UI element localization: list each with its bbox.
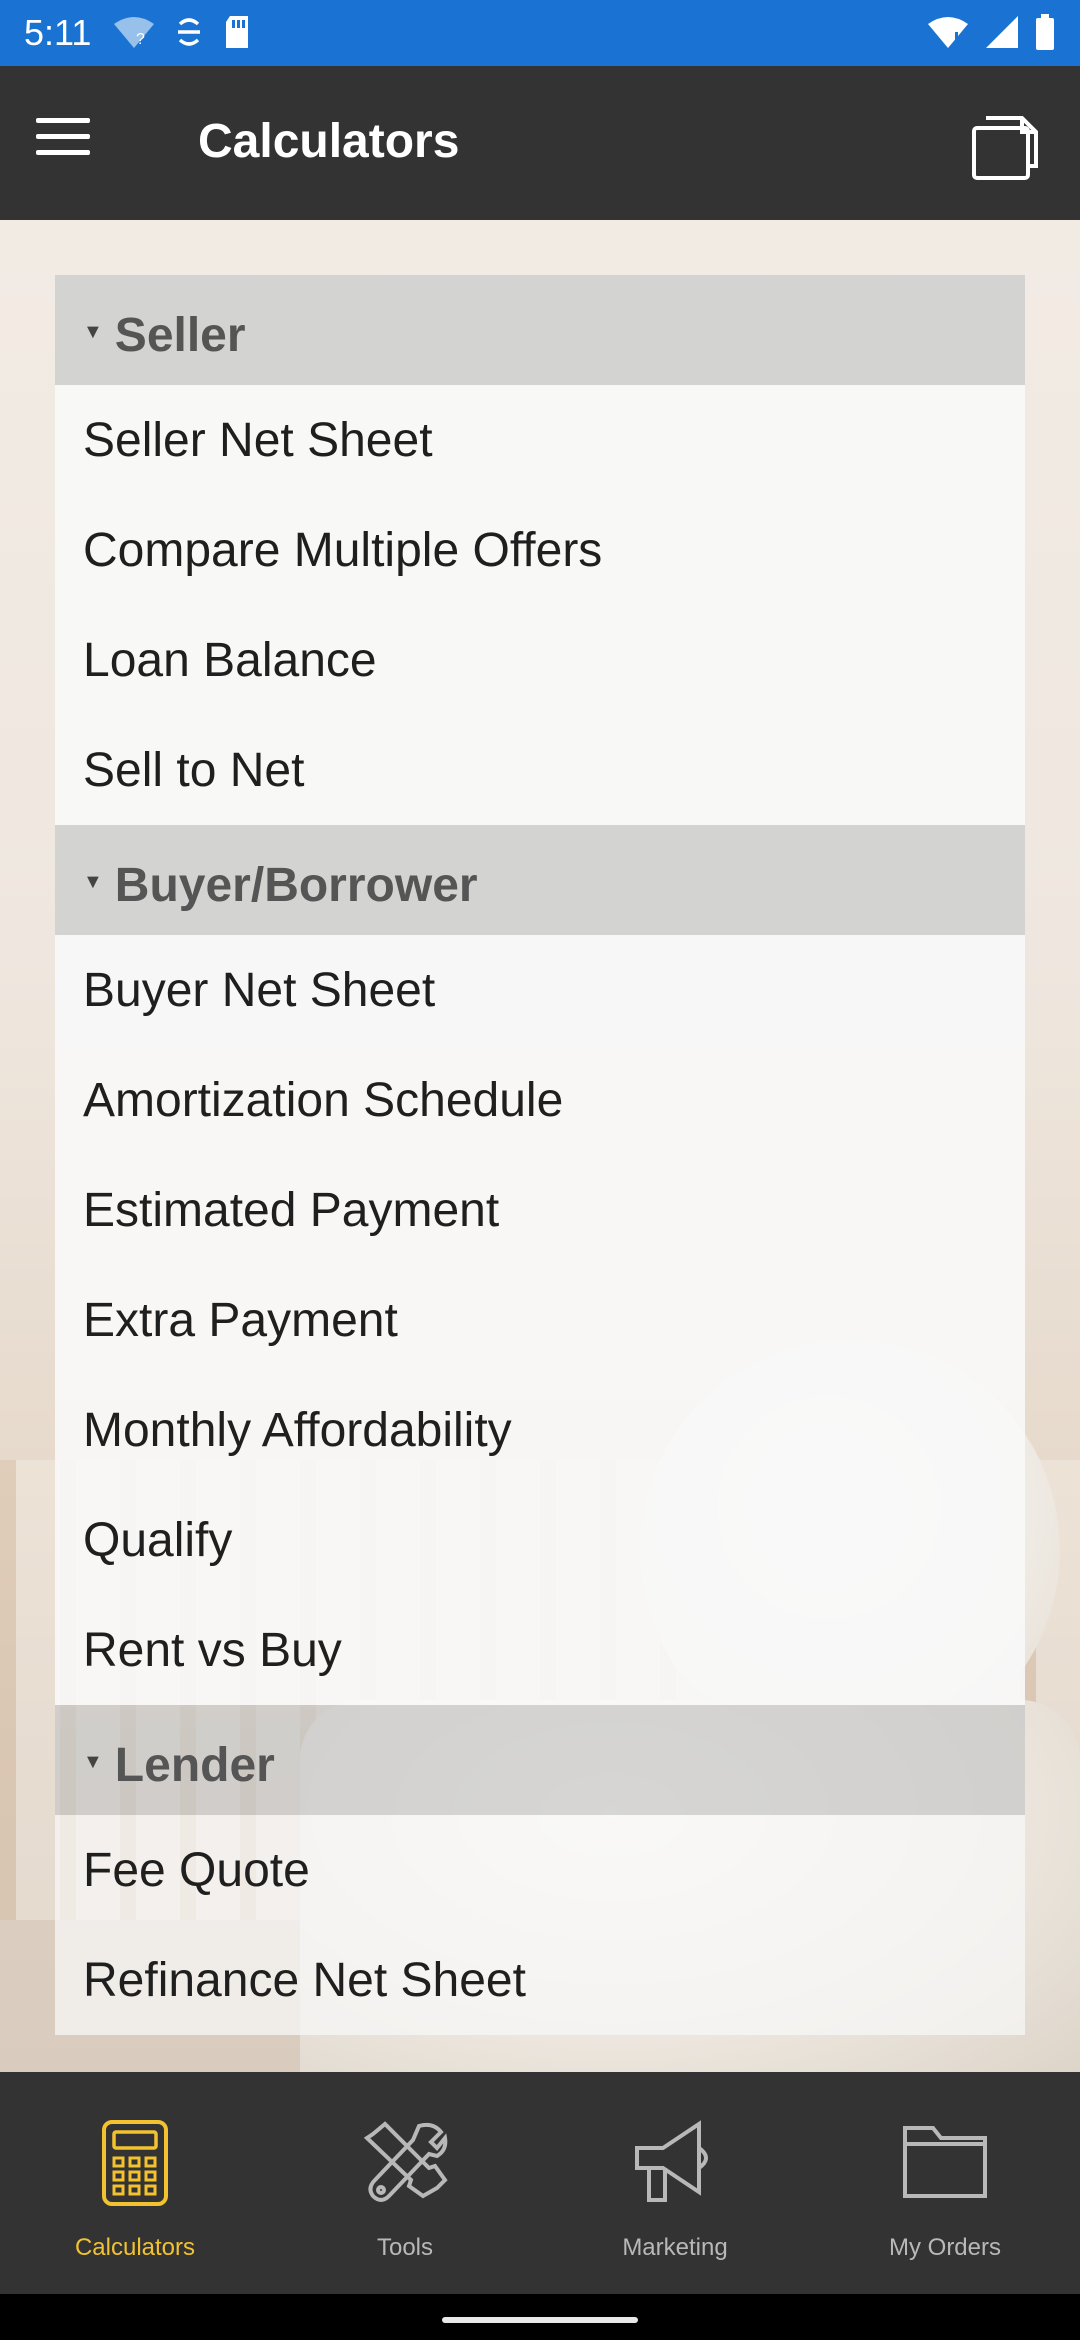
status-bar: 5:11 ? [0, 0, 1080, 66]
section-title: Lender [114, 1739, 275, 1792]
nav-label: Calculators [74, 2234, 196, 2261]
folder-icon [899, 2116, 991, 2208]
nav-label: My Orders [888, 2234, 1001, 2261]
section-lender: Fee Quote Refinance Net Sheet [55, 1815, 1025, 2035]
caret-down-icon: ▼ [83, 321, 103, 343]
home-gesture-bar[interactable] [442, 2317, 638, 2323]
list-item[interactable]: Amortization Schedule [55, 1045, 1025, 1155]
list-item[interactable]: Fee Quote [55, 1815, 1025, 1925]
section-header-seller[interactable]: ▼ Seller [55, 275, 1025, 385]
section-buyer-borrower: Buyer Net Sheet Amortization Schedule Es… [55, 935, 1025, 1705]
wifi-question-icon: ? [112, 14, 156, 55]
list-item[interactable]: Monthly Affordability [55, 1375, 1025, 1485]
section-seller: Seller Net Sheet Compare Multiple Offers… [55, 385, 1025, 825]
wifi-icon [926, 14, 970, 55]
bottom-nav: Calculators Tools Marketing My Orders [0, 2072, 1080, 2294]
section-title: Buyer/Borrower [114, 859, 478, 912]
list-item[interactable]: Qualify [55, 1485, 1025, 1595]
caret-down-icon: ▼ [83, 871, 103, 893]
sync-icon [174, 14, 204, 55]
hamburger-menu-icon[interactable] [36, 118, 118, 166]
calculator-icon [89, 2116, 181, 2208]
gesture-area [0, 2294, 1080, 2340]
signal-icon [984, 14, 1020, 55]
section-header-buyer-borrower[interactable]: ▼ Buyer/Borrower [55, 825, 1025, 935]
list-item[interactable]: Rent vs Buy [55, 1595, 1025, 1705]
section-title: Seller [114, 309, 246, 362]
nav-label: Tools [376, 2234, 434, 2261]
app-bar: Calculators [0, 66, 1080, 220]
battery-icon [1034, 14, 1056, 55]
tools-icon [359, 2116, 451, 2208]
nav-item-tools[interactable]: Tools [270, 2072, 540, 2294]
sd-card-icon [222, 14, 252, 55]
list-item[interactable]: Buyer Net Sheet [55, 935, 1025, 1045]
page-title: Calculators [198, 115, 460, 168]
calculator-list: ▼ Seller Seller Net Sheet Compare Multip… [55, 275, 1025, 2059]
megaphone-icon [629, 2116, 721, 2208]
list-item[interactable]: Compare Multiple Offers [55, 495, 1025, 605]
list-item[interactable]: Sell to Net [55, 715, 1025, 825]
caret-down-icon: ▼ [83, 1751, 103, 1773]
nav-label: Marketing [622, 2234, 728, 2261]
list-item[interactable]: Extra Payment [55, 1265, 1025, 1375]
list-item[interactable]: Estimated Payment [55, 1155, 1025, 1265]
nav-item-marketing[interactable]: Marketing [540, 2072, 810, 2294]
nav-item-calculators[interactable]: Calculators [0, 2072, 270, 2294]
svg-text:?: ? [136, 31, 145, 48]
nav-item-my-orders[interactable]: My Orders [810, 2072, 1080, 2294]
copy-icon[interactable] [964, 104, 1044, 184]
list-item[interactable]: Seller Net Sheet [55, 385, 1025, 495]
list-item[interactable]: Refinance Net Sheet [55, 1925, 1025, 2035]
status-time: 5:11 [24, 12, 92, 53]
list-item[interactable]: Loan Balance [55, 605, 1025, 715]
section-header-lender[interactable]: ▼ Lender [55, 1705, 1025, 1815]
